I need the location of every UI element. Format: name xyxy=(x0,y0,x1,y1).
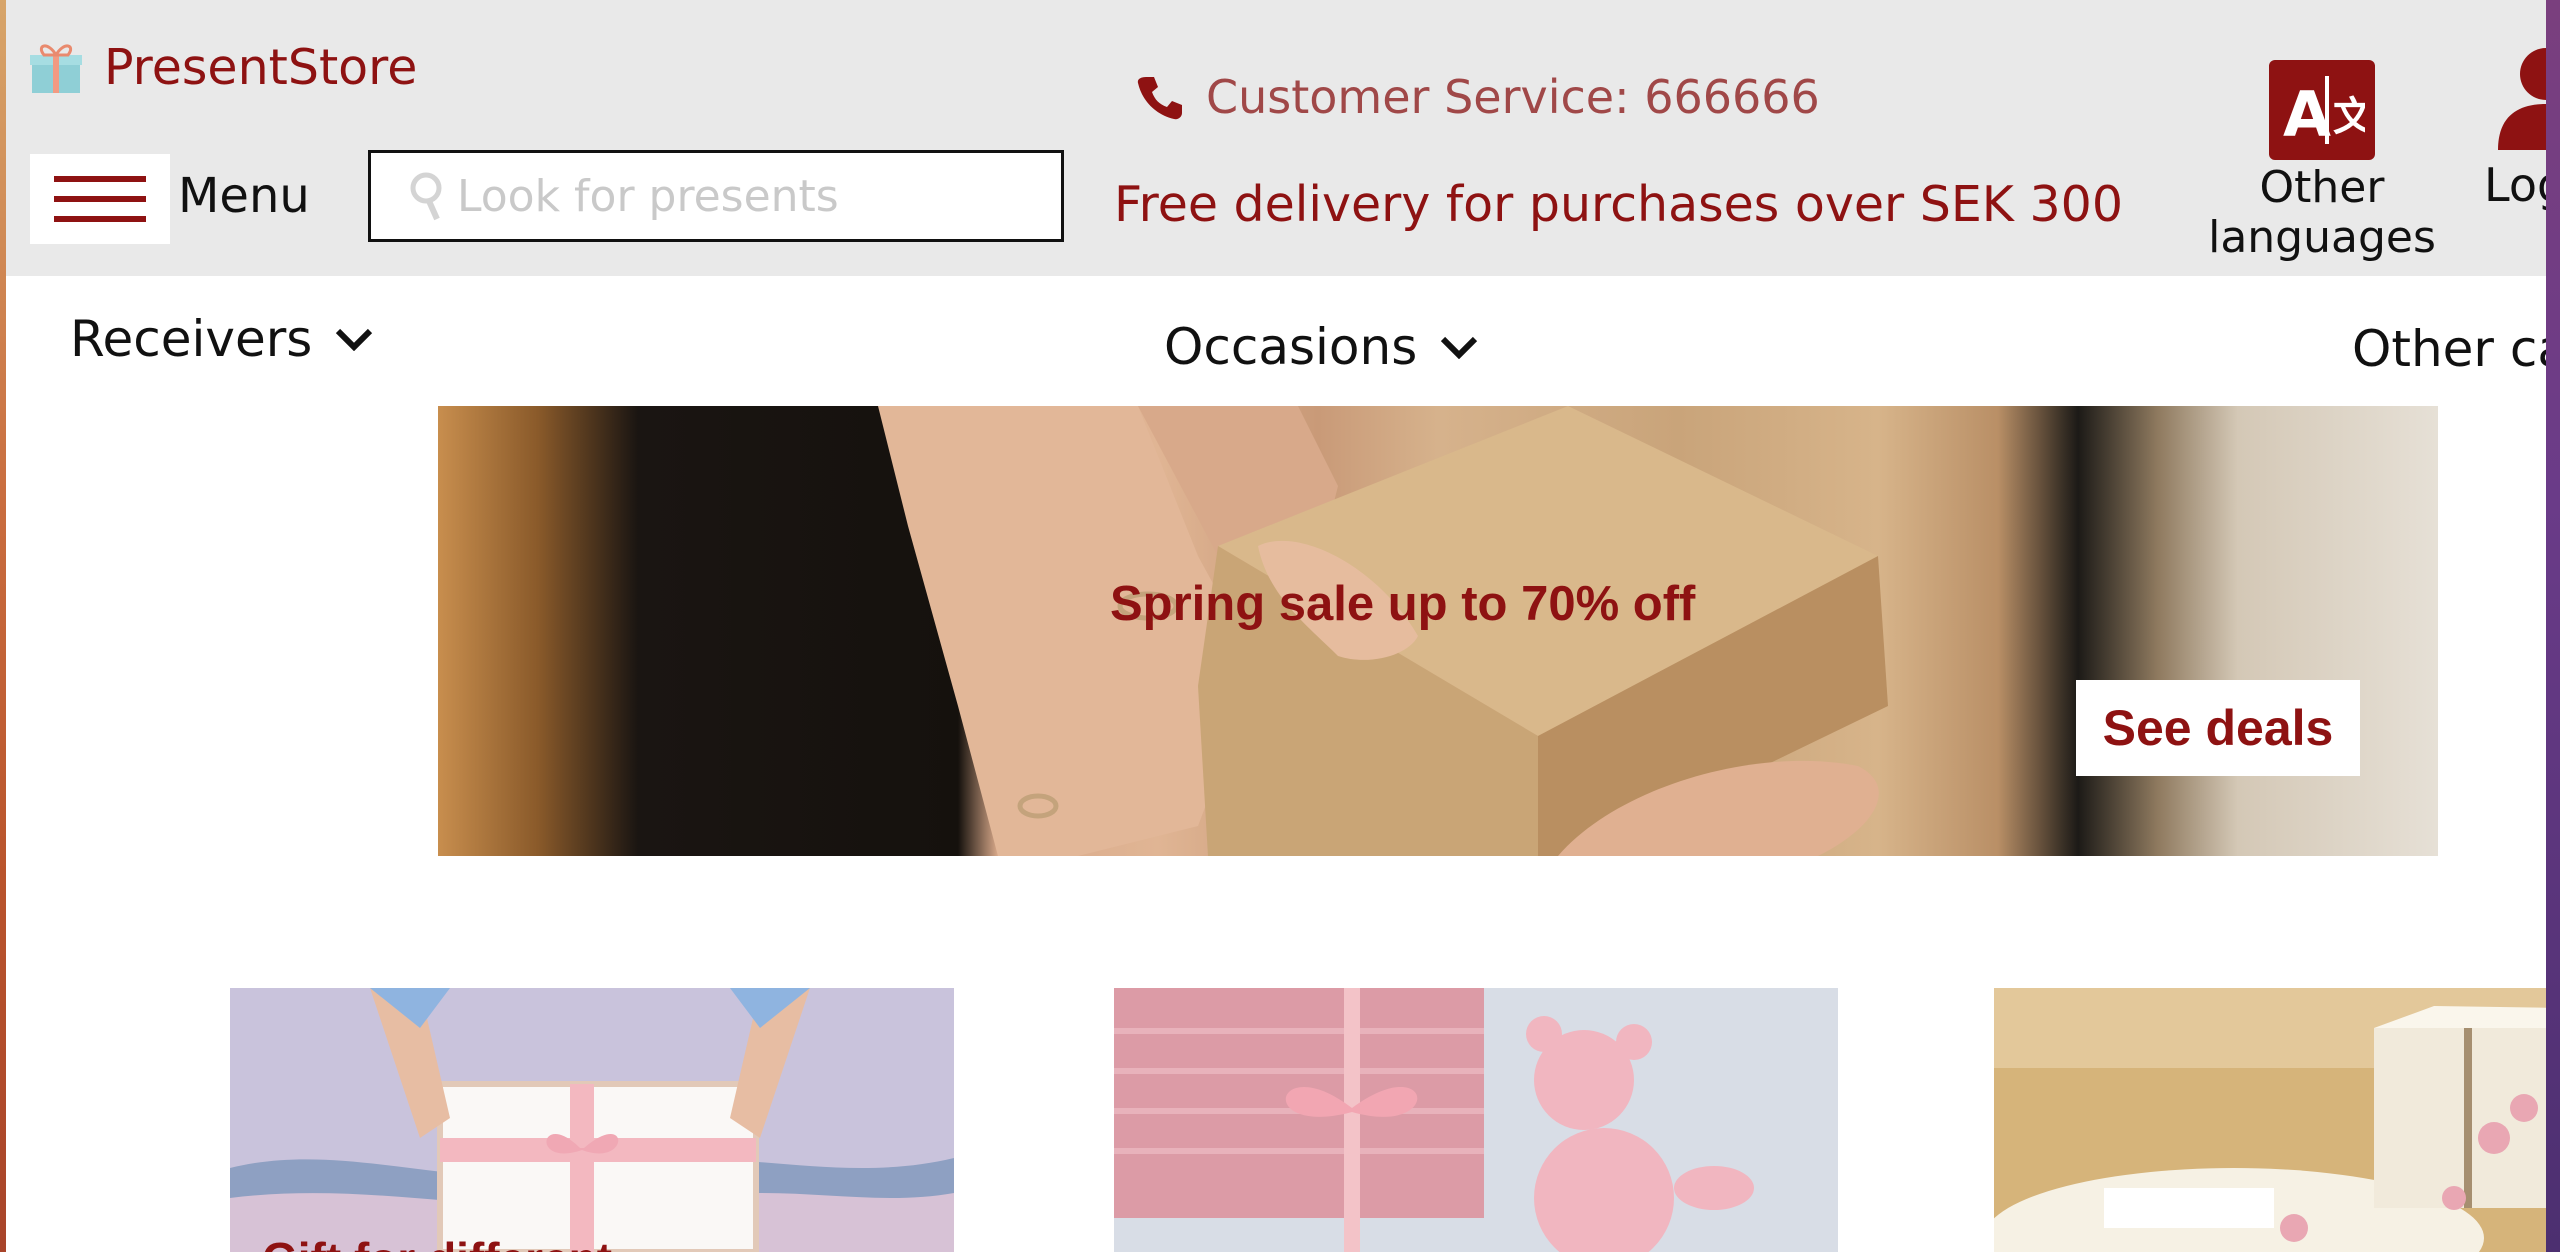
category-card-3[interactable] xyxy=(1994,988,2546,1252)
nav-other-categories[interactable]: Other ca xyxy=(2352,320,2546,378)
menu-button[interactable] xyxy=(30,154,170,244)
card-image-3 xyxy=(1994,988,2546,1252)
nav-occasions[interactable]: Occasions xyxy=(1164,318,1479,376)
search-input[interactable] xyxy=(457,170,1057,222)
hamburger-icon xyxy=(54,176,146,222)
browser-window: PresentStore Menu Customer Service: 6666… xyxy=(6,0,2546,1252)
nav-occasions-label: Occasions xyxy=(1164,318,1418,376)
customer-service-text: Customer Service: 666666 xyxy=(1206,70,1820,124)
nav-receivers[interactable]: Receivers xyxy=(70,310,374,368)
category-card-1[interactable]: Gift for different ... xyxy=(230,988,954,1252)
brand-name: PresentStore xyxy=(104,38,418,96)
phone-icon xyxy=(1137,77,1182,120)
card-image-2 xyxy=(1114,988,1838,1252)
see-deals-button[interactable]: See deals xyxy=(2076,680,2360,776)
user-icon xyxy=(2498,48,2546,150)
login-button[interactable]: Log xyxy=(2484,46,2546,212)
svg-text:A: A xyxy=(2283,78,2331,150)
banner-headline: Spring sale up to 70% off xyxy=(1110,577,1696,631)
site-header: PresentStore Menu Customer Service: 6666… xyxy=(6,0,2546,276)
site-logo[interactable]: PresentStore xyxy=(28,32,417,102)
language-selector[interactable]: A 文 Other languages xyxy=(2200,60,2444,260)
login-label: Log xyxy=(2484,158,2546,212)
gift-icon xyxy=(30,44,82,93)
desktop-backdrop-right xyxy=(2546,0,2560,1252)
nav-receivers-label: Receivers xyxy=(70,310,313,368)
chevron-down-icon xyxy=(336,328,373,351)
svg-text:文: 文 xyxy=(2333,94,2365,140)
menu-label[interactable]: Menu xyxy=(178,168,310,224)
translate-icon: A 文 xyxy=(2269,60,2375,160)
language-label-line1: Other xyxy=(2259,162,2385,213)
promo-banner[interactable]: Spring sale up to 70% off See deals xyxy=(438,406,2438,856)
card-title-1: Gift for different ... xyxy=(262,1232,663,1252)
free-delivery-notice: Free delivery for purchases over SEK 300 xyxy=(1114,176,2124,233)
search-icon xyxy=(410,172,442,221)
chevron-down-icon xyxy=(1441,336,1478,359)
customer-service[interactable]: Customer Service: 666666 xyxy=(1136,70,1820,124)
category-card-2[interactable] xyxy=(1114,988,1838,1252)
nav-other-label: Other ca xyxy=(2352,320,2546,378)
search-box[interactable] xyxy=(368,150,1064,242)
card-image-1 xyxy=(230,988,954,1252)
language-label-line2: languages xyxy=(2208,212,2436,263)
